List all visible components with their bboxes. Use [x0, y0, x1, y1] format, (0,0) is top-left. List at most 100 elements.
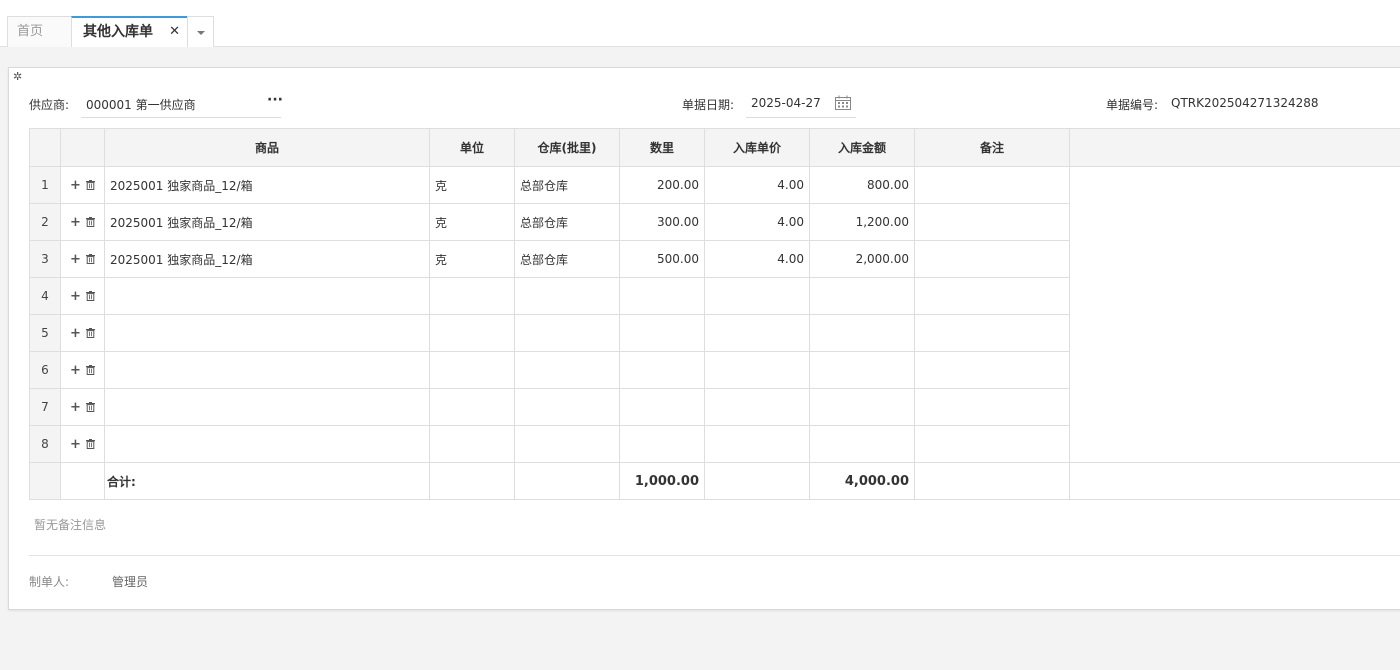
- number-field: QTRK202504271324288: [1171, 96, 1319, 110]
- cell-price[interactable]: [704, 425, 810, 463]
- tab-home[interactable]: 首页: [7, 16, 72, 47]
- add-row-icon[interactable]: +: [70, 326, 81, 341]
- col-amount-header[interactable]: 入库金额: [809, 128, 915, 167]
- supplier-label: 供应商:: [29, 98, 70, 112]
- col-warehouse-header[interactable]: 仓库(批里): [514, 128, 620, 167]
- col-unit-header[interactable]: 单位: [429, 128, 515, 167]
- cell-qty[interactable]: 500.00: [619, 240, 705, 278]
- cell-price[interactable]: [704, 277, 810, 315]
- cell-warehouse[interactable]: [514, 351, 620, 389]
- col-qty-header[interactable]: 数里: [619, 128, 705, 167]
- col-product-header[interactable]: 商品: [104, 128, 430, 167]
- cell-unit[interactable]: [429, 388, 515, 426]
- cell-amount[interactable]: 800.00: [809, 166, 915, 204]
- cell-product[interactable]: [104, 388, 430, 426]
- cell-product[interactable]: [104, 314, 430, 352]
- remark-field[interactable]: 暂无备注信息: [34, 516, 106, 533]
- cell-product[interactable]: [104, 351, 430, 389]
- cell-price[interactable]: [704, 351, 810, 389]
- col-note-header[interactable]: 备注: [914, 128, 1070, 167]
- row-actions: +: [60, 240, 105, 278]
- cell-note[interactable]: [914, 277, 1070, 315]
- cell-price[interactable]: 4.00: [704, 166, 810, 204]
- cell-warehouse[interactable]: [514, 388, 620, 426]
- cell-product[interactable]: 2025001 独家商品_12/箱: [104, 203, 430, 241]
- tab-other-inbound[interactable]: 其他入库单 ✕: [71, 16, 188, 47]
- more-icon[interactable]: ···: [267, 92, 283, 108]
- cell-price[interactable]: [704, 314, 810, 352]
- add-row-icon[interactable]: +: [70, 252, 81, 267]
- cell-product[interactable]: [104, 425, 430, 463]
- trash-icon[interactable]: [85, 217, 95, 227]
- cell-unit[interactable]: 克: [429, 240, 515, 278]
- cell-warehouse[interactable]: 总部仓库: [514, 240, 620, 278]
- row-number: 5: [29, 314, 61, 352]
- cell-product[interactable]: 2025001 独家商品_12/箱: [104, 166, 430, 204]
- cell-qty[interactable]: [619, 314, 705, 352]
- gear-icon[interactable]: ✲: [13, 70, 22, 83]
- table-row: 4 +: [29, 277, 1400, 315]
- cell-qty[interactable]: [619, 351, 705, 389]
- cell-qty[interactable]: 200.00: [619, 166, 705, 204]
- add-row-icon[interactable]: +: [70, 215, 81, 230]
- trash-icon[interactable]: [85, 365, 95, 375]
- cell-unit[interactable]: [429, 425, 515, 463]
- cell-amount[interactable]: [809, 314, 915, 352]
- add-row-icon[interactable]: +: [70, 178, 81, 193]
- cell-note[interactable]: [914, 425, 1070, 463]
- cell-warehouse[interactable]: [514, 425, 620, 463]
- cell-amount[interactable]: 1,200.00: [809, 203, 915, 241]
- add-row-icon[interactable]: +: [70, 363, 81, 378]
- cell-qty[interactable]: [619, 425, 705, 463]
- cell-unit[interactable]: [429, 314, 515, 352]
- row-actions: +: [60, 314, 105, 352]
- cell-note[interactable]: [914, 314, 1070, 352]
- trash-icon[interactable]: [85, 439, 95, 449]
- total-filler: [1069, 462, 1400, 500]
- row-filler: [1069, 240, 1400, 278]
- cell-note[interactable]: [914, 240, 1070, 278]
- cell-amount[interactable]: [809, 351, 915, 389]
- cell-warehouse[interactable]: [514, 314, 620, 352]
- trash-icon[interactable]: [85, 402, 95, 412]
- cell-qty[interactable]: [619, 277, 705, 315]
- cell-price[interactable]: 4.00: [704, 203, 810, 241]
- row-actions: +: [60, 425, 105, 463]
- trash-icon[interactable]: [85, 180, 95, 190]
- trash-icon[interactable]: [85, 254, 95, 264]
- cell-unit[interactable]: [429, 277, 515, 315]
- cell-note[interactable]: [914, 166, 1070, 204]
- trash-icon[interactable]: [85, 328, 95, 338]
- row-number: 6: [29, 351, 61, 389]
- cell-product[interactable]: 2025001 独家商品_12/箱: [104, 240, 430, 278]
- cell-qty[interactable]: 300.00: [619, 203, 705, 241]
- trash-icon[interactable]: [85, 291, 95, 301]
- tab-menu-button[interactable]: [187, 16, 214, 47]
- cell-price[interactable]: 4.00: [704, 240, 810, 278]
- cell-qty[interactable]: [619, 388, 705, 426]
- cell-price[interactable]: [704, 388, 810, 426]
- calendar-icon[interactable]: [835, 95, 851, 110]
- cell-note[interactable]: [914, 351, 1070, 389]
- cell-unit[interactable]: 克: [429, 203, 515, 241]
- total-warehouse: [514, 462, 620, 500]
- cell-warehouse[interactable]: 总部仓库: [514, 203, 620, 241]
- cell-warehouse[interactable]: 总部仓库: [514, 166, 620, 204]
- cell-unit[interactable]: [429, 351, 515, 389]
- cell-note[interactable]: [914, 203, 1070, 241]
- cell-amount[interactable]: [809, 388, 915, 426]
- cell-unit[interactable]: 克: [429, 166, 515, 204]
- cell-amount[interactable]: [809, 277, 915, 315]
- cell-amount[interactable]: 2,000.00: [809, 240, 915, 278]
- cell-warehouse[interactable]: [514, 277, 620, 315]
- close-icon[interactable]: ✕: [169, 18, 180, 46]
- add-row-icon[interactable]: +: [70, 289, 81, 304]
- add-row-icon[interactable]: +: [70, 400, 81, 415]
- date-field[interactable]: 2025-04-27: [751, 96, 821, 110]
- cell-product[interactable]: [104, 277, 430, 315]
- supplier-field[interactable]: 000001 第一供应商: [86, 96, 196, 113]
- cell-note[interactable]: [914, 388, 1070, 426]
- col-price-header[interactable]: 入库单价: [704, 128, 810, 167]
- cell-amount[interactable]: [809, 425, 915, 463]
- add-row-icon[interactable]: +: [70, 437, 81, 452]
